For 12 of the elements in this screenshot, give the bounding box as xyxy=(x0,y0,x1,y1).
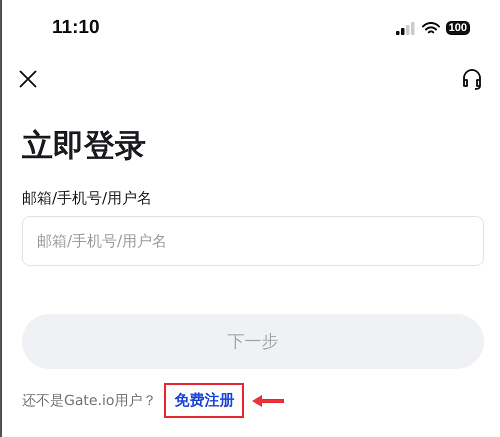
signal-icon xyxy=(396,22,416,34)
close-icon[interactable] xyxy=(18,69,38,89)
account-input-field[interactable]: 邮箱/手机号/用户名 xyxy=(22,216,484,266)
wifi-icon xyxy=(422,22,440,34)
status-time: 11:10 xyxy=(52,17,100,39)
signup-link[interactable]: 免费注册 xyxy=(164,383,244,418)
field-label: 邮箱/手机号/用户名 xyxy=(22,189,154,208)
pointer-arrow xyxy=(252,394,284,407)
signup-prompt: 还不是Gate.io用户？ xyxy=(22,392,156,410)
page-title: 立即登录 xyxy=(22,128,147,166)
battery-level: 100 xyxy=(446,21,470,35)
headset-icon[interactable] xyxy=(462,68,482,90)
